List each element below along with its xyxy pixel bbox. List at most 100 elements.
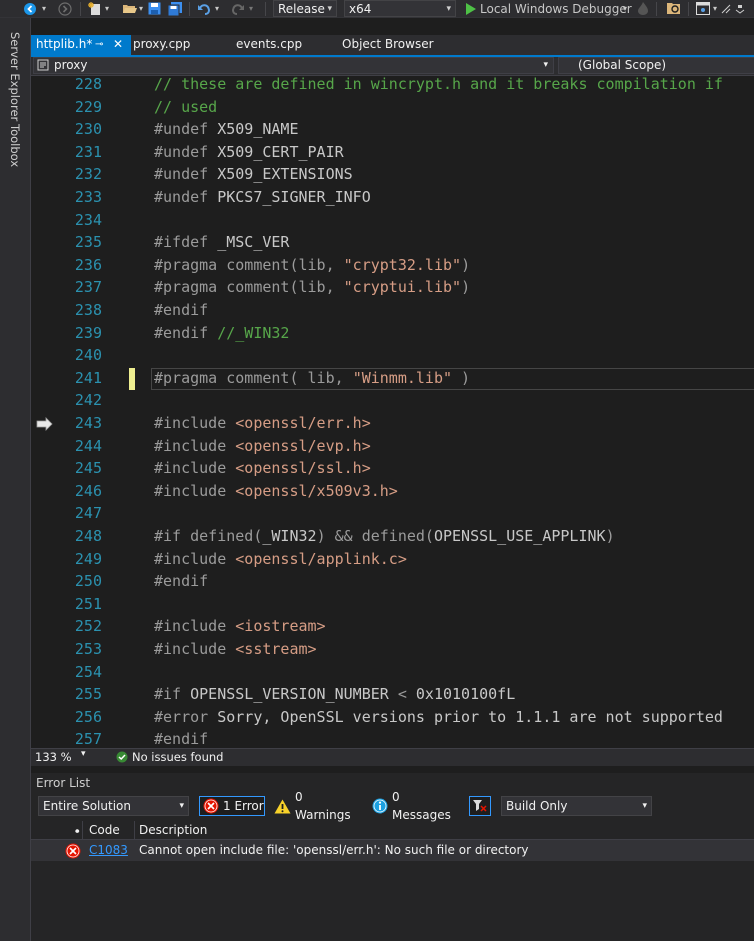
platform-select[interactable]: x64 ▾ <box>344 0 456 17</box>
server-explorer-tab[interactable]: Server Explorer <box>8 32 22 121</box>
code-line[interactable]: 241 #pragma comment( lib, "Winmm.lib" ) <box>31 367 754 390</box>
filter-toggle-button[interactable] <box>469 796 491 816</box>
code-line[interactable]: 235 #ifdef _MSC_VER <box>31 231 754 254</box>
scope-filter-select[interactable]: Entire Solution ▾ <box>38 796 189 816</box>
chevron-down-icon: ▾ <box>642 801 647 811</box>
back-dropdown-icon[interactable]: ▾ <box>40 0 48 17</box>
code-line[interactable]: 246 #include <openssl/x509v3.h> <box>31 480 754 503</box>
code-line[interactable]: 244 #include <openssl/evp.h> <box>31 435 754 458</box>
error-row[interactable]: C1083 Cannot open include file: 'openssl… <box>31 840 754 861</box>
configuration-select[interactable]: Release ▾ <box>273 0 337 17</box>
code-line[interactable]: 234 <box>31 209 754 232</box>
code-line[interactable]: 247 <box>31 502 754 525</box>
close-icon[interactable]: ✕ <box>113 35 123 54</box>
undo-icon[interactable] <box>196 0 212 17</box>
tab-object-browser[interactable]: Object Browser <box>342 35 452 55</box>
code-line[interactable]: 239 #endif //_WIN32 <box>31 322 754 345</box>
code-token: #undef <box>154 142 218 161</box>
tab-httplib-h[interactable]: httplib.h* ⊸ ✕ <box>31 35 131 55</box>
code-token: // these are defined in wincrypt.h and i… <box>154 76 723 93</box>
code-line[interactable]: 251 <box>31 593 754 616</box>
code-line[interactable]: 250 #endif <box>31 570 754 593</box>
start-debugger-button[interactable]: Local Windows Debugger <box>480 0 632 17</box>
code-line[interactable]: 232 #undef X509_EXTENSIONS <box>31 163 754 186</box>
build-filter-select[interactable]: Build Only ▾ <box>501 796 652 816</box>
forward-icon[interactable] <box>57 0 73 17</box>
sort-icon[interactable]: ⦁ <box>75 822 80 840</box>
code-line[interactable]: 236 #pragma comment(lib, "crypt32.lib") <box>31 254 754 277</box>
code-line[interactable]: 254 <box>31 661 754 684</box>
code-line[interactable]: 238 #endif <box>31 299 754 322</box>
tab-proxy-cpp[interactable]: proxy.cpp <box>133 35 229 55</box>
open-folder-icon[interactable] <box>121 0 137 17</box>
window-icon[interactable] <box>695 0 711 17</box>
code-token: "crypt32.lib" <box>343 255 462 274</box>
toolbox-tab[interactable]: Toolbox <box>8 124 22 167</box>
code-line[interactable]: 228 // these are defined in wincrypt.h an… <box>31 76 754 96</box>
new-dropdown-icon[interactable]: ▾ <box>103 0 111 17</box>
line-number: 230 <box>74 120 102 139</box>
save-icon[interactable] <box>146 0 162 17</box>
code-token: #endif <box>154 572 209 591</box>
code-line[interactable]: 237 #pragma comment(lib, "cryptui.lib") <box>31 276 754 299</box>
check-circle-icon <box>116 751 128 766</box>
fire-icon[interactable] <box>636 0 650 17</box>
line-number: 232 <box>74 165 102 184</box>
code-line[interactable]: 257 #endif <box>31 728 754 748</box>
code-line[interactable]: 230 #undef X509_NAME <box>31 118 754 141</box>
code-line[interactable]: 240 <box>31 344 754 367</box>
line-code: #undef X509_EXTENSIONS <box>154 163 353 185</box>
zoom-level[interactable]: 133 % <box>35 750 72 764</box>
error-code-link[interactable]: C1083 <box>89 840 128 861</box>
code-line[interactable]: 245 #include <openssl/ssl.h> <box>31 457 754 480</box>
code-line[interactable]: 229 // used <box>31 96 754 119</box>
issues-status[interactable]: No issues found <box>132 750 223 764</box>
back-icon[interactable] <box>22 0 38 17</box>
zoom-dropdown-icon[interactable]: ▾ <box>81 749 86 759</box>
new-project-icon[interactable] <box>87 0 103 17</box>
undo-dropdown-icon[interactable]: ▾ <box>213 0 221 17</box>
code-line[interactable]: 248 #if defined(_WIN32) && defined(OPENSS… <box>31 525 754 548</box>
window-dropdown-icon[interactable]: ▾ <box>711 0 719 17</box>
line-number: 246 <box>74 481 102 500</box>
pin-icon[interactable]: ⊸ <box>95 35 103 54</box>
code-line[interactable]: 249 #include <openssl/applink.c> <box>31 548 754 571</box>
code-line[interactable]: 252 #include <iostream> <box>31 615 754 638</box>
code-line[interactable]: 253 #include <sstream> <box>31 638 754 661</box>
code-line[interactable]: 255 #if OPENSSL_VERSION_NUMBER < 0x101010… <box>31 683 754 706</box>
code-line[interactable]: 256 #error Sorry, OpenSSL versions prior … <box>31 706 754 729</box>
line-code: #include <iostream> <box>154 615 326 637</box>
column-header-code[interactable]: Code <box>89 821 120 839</box>
debugger-label: Local Windows Debugger <box>480 1 632 16</box>
column-header-description[interactable]: Description <box>139 821 207 839</box>
line-code: #endif <box>154 728 208 748</box>
messages-filter-button[interactable]: 0 Messages <box>372 790 462 822</box>
navigation-bar: proxy ▾ (Global Scope) <box>31 57 754 76</box>
warnings-filter-button[interactable]: 0 Warnings <box>274 790 360 822</box>
open-dropdown-icon[interactable]: ▾ <box>137 0 145 17</box>
code-line[interactable]: 233 #undef PKCS7_SIGNER_INFO <box>31 186 754 209</box>
redo-icon[interactable] <box>230 0 246 17</box>
play-icon[interactable] <box>462 0 478 17</box>
save-all-icon[interactable] <box>167 0 183 17</box>
panel-title: Error List <box>36 776 91 790</box>
code-line[interactable]: 231 #undef X509_CERT_PAIR <box>31 141 754 164</box>
code-line[interactable]: 242 <box>31 389 754 412</box>
scope-select[interactable]: (Global Scope) <box>558 57 754 74</box>
side-tool-strip: Server Explorer Toolbox <box>0 18 31 941</box>
tab-events-cpp[interactable]: events.cpp <box>236 35 332 55</box>
code-token: <openssl/err.h> <box>235 414 371 432</box>
line-code: #if OPENSSL_VERSION_NUMBER < 0x1010100fL <box>154 683 515 705</box>
redo-dropdown-icon[interactable]: ▾ <box>247 0 255 17</box>
overflow-icon[interactable] <box>734 0 746 17</box>
code-token: #undef <box>154 120 218 139</box>
code-token: #pragma comment(lib, <box>154 255 344 274</box>
solution-explorer-icon[interactable] <box>664 0 682 17</box>
resize-icon[interactable] <box>720 0 732 17</box>
errors-filter-button[interactable]: 1 Error <box>199 796 265 816</box>
code-editor[interactable]: 228 // these are defined in wincrypt.h an… <box>31 76 754 748</box>
code-line[interactable]: 243 #include <openssl/err.h> <box>31 412 754 435</box>
project-select[interactable]: proxy ▾ <box>33 57 554 74</box>
error-icon <box>65 843 81 866</box>
debugger-dropdown-icon[interactable]: ▾ <box>621 0 629 17</box>
